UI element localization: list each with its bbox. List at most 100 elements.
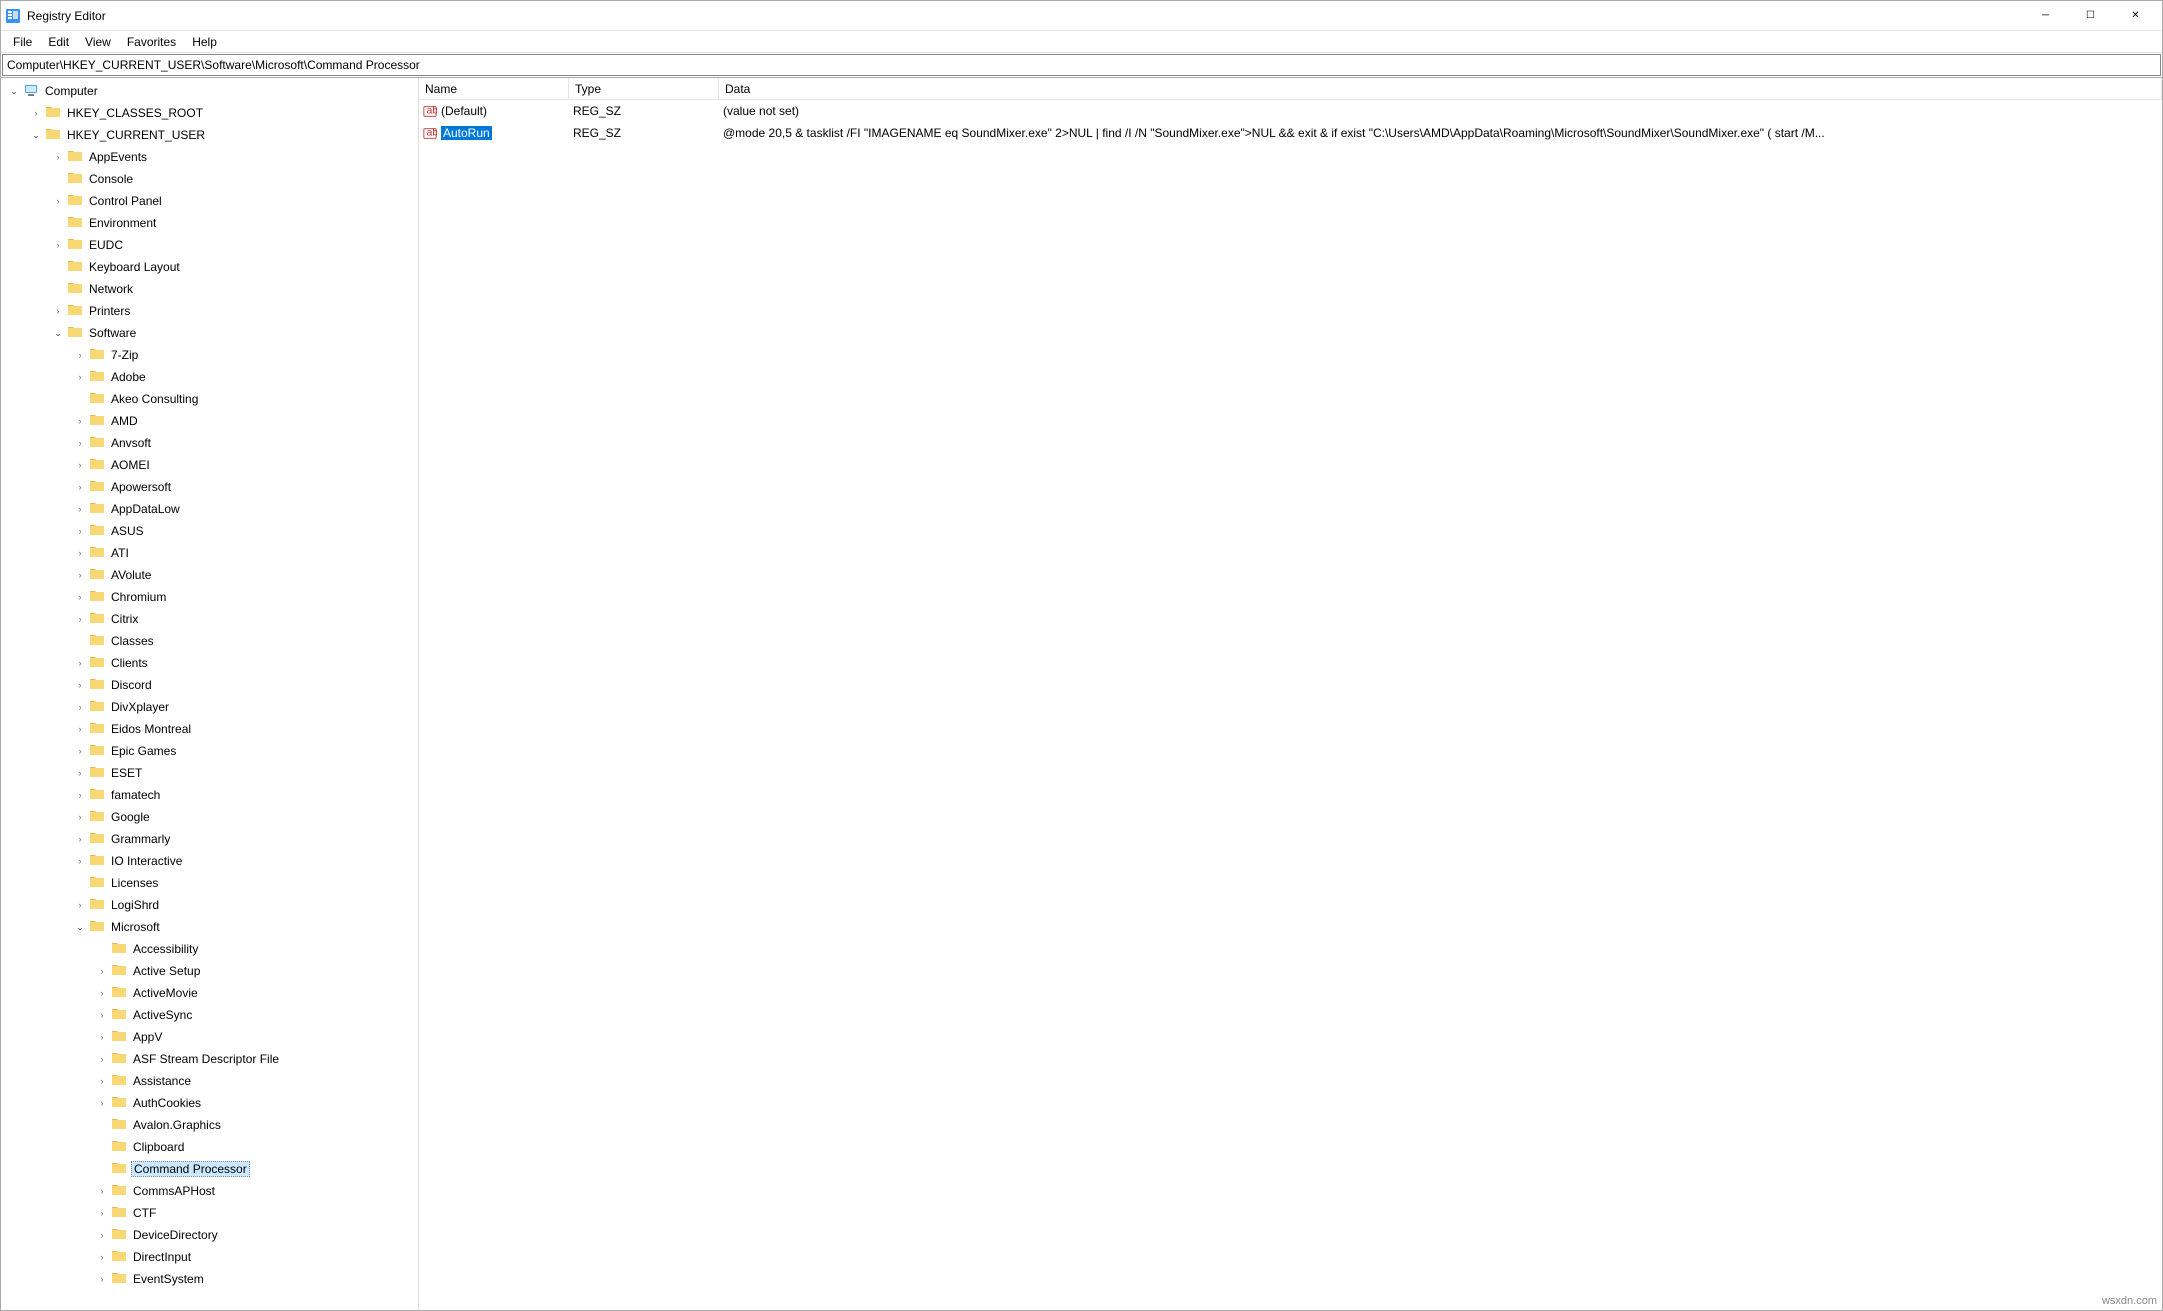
chevron-right-icon[interactable]	[95, 1074, 109, 1088]
tree-item[interactable]: AppEvents	[1, 146, 418, 168]
tree-item[interactable]: Adobe	[1, 366, 418, 388]
tree-item[interactable]: Discord	[1, 674, 418, 696]
chevron-right-icon[interactable]	[95, 1030, 109, 1044]
tree-item[interactable]: EventSystem	[1, 1268, 418, 1290]
tree-item[interactable]: Clipboard	[1, 1136, 418, 1158]
chevron-right-icon[interactable]	[95, 964, 109, 978]
tree-item[interactable]: Clients	[1, 652, 418, 674]
chevron-down-icon[interactable]	[73, 920, 87, 934]
tree-item[interactable]: AuthCookies	[1, 1092, 418, 1114]
chevron-right-icon[interactable]	[73, 436, 87, 450]
tree-item[interactable]: AOMEI	[1, 454, 418, 476]
chevron-right-icon[interactable]	[73, 832, 87, 846]
col-header-data[interactable]: Data	[719, 78, 2162, 99]
tree-item[interactable]: Software	[1, 322, 418, 344]
chevron-right-icon[interactable]	[95, 1052, 109, 1066]
tree-item[interactable]: Anvsoft	[1, 432, 418, 454]
chevron-right-icon[interactable]	[73, 854, 87, 868]
tree-item[interactable]: Active Setup	[1, 960, 418, 982]
chevron-down-icon[interactable]	[51, 326, 65, 340]
value-row[interactable]: abAutoRunREG_SZ@mode 20,5 & tasklist /FI…	[419, 122, 2162, 144]
tree-item[interactable]: Console	[1, 168, 418, 190]
chevron-right-icon[interactable]	[73, 370, 87, 384]
tree-item[interactable]: DirectInput	[1, 1246, 418, 1268]
chevron-right-icon[interactable]	[73, 700, 87, 714]
tree-item[interactable]: Google	[1, 806, 418, 828]
chevron-right-icon[interactable]	[73, 348, 87, 362]
chevron-right-icon[interactable]	[29, 106, 43, 120]
chevron-right-icon[interactable]	[73, 524, 87, 538]
menu-edit[interactable]: Edit	[40, 33, 77, 51]
chevron-right-icon[interactable]	[95, 1228, 109, 1242]
chevron-right-icon[interactable]	[73, 414, 87, 428]
close-button[interactable]: ✕	[2113, 1, 2158, 30]
tree-item[interactable]: HKEY_CLASSES_ROOT	[1, 102, 418, 124]
tree-item[interactable]: AppV	[1, 1026, 418, 1048]
value-row[interactable]: ab(Default)REG_SZ(value not set)	[419, 100, 2162, 122]
tree-item[interactable]: CTF	[1, 1202, 418, 1224]
tree-item[interactable]: ActiveMovie	[1, 982, 418, 1004]
chevron-right-icon[interactable]	[95, 1272, 109, 1286]
address-bar[interactable]: Computer\HKEY_CURRENT_USER\Software\Micr…	[2, 54, 2161, 76]
tree-item[interactable]: AMD	[1, 410, 418, 432]
maximize-button[interactable]: ☐	[2068, 1, 2113, 30]
chevron-right-icon[interactable]	[73, 788, 87, 802]
chevron-right-icon[interactable]	[73, 810, 87, 824]
tree-item[interactable]: DeviceDirectory	[1, 1224, 418, 1246]
tree-item[interactable]: Apowersoft	[1, 476, 418, 498]
tree-item[interactable]: LogiShrd	[1, 894, 418, 916]
chevron-right-icon[interactable]	[73, 766, 87, 780]
tree-item[interactable]: HKEY_CURRENT_USER	[1, 124, 418, 146]
chevron-right-icon[interactable]	[73, 458, 87, 472]
tree-item[interactable]: ATI	[1, 542, 418, 564]
col-header-type[interactable]: Type	[569, 78, 719, 99]
chevron-right-icon[interactable]	[51, 304, 65, 318]
chevron-right-icon[interactable]	[95, 1250, 109, 1264]
tree-item[interactable]: AppDataLow	[1, 498, 418, 520]
chevron-right-icon[interactable]	[95, 1008, 109, 1022]
chevron-right-icon[interactable]	[73, 744, 87, 758]
chevron-right-icon[interactable]	[73, 590, 87, 604]
tree-item[interactable]: Chromium	[1, 586, 418, 608]
chevron-down-icon[interactable]	[7, 84, 21, 98]
tree-item[interactable]: Network	[1, 278, 418, 300]
chevron-right-icon[interactable]	[73, 722, 87, 736]
tree-item[interactable]: DivXplayer	[1, 696, 418, 718]
tree-item[interactable]: Classes	[1, 630, 418, 652]
tree-item[interactable]: Environment	[1, 212, 418, 234]
tree-item[interactable]: famatech	[1, 784, 418, 806]
chevron-right-icon[interactable]	[73, 612, 87, 626]
tree-item[interactable]: Keyboard Layout	[1, 256, 418, 278]
chevron-right-icon[interactable]	[73, 480, 87, 494]
tree-item[interactable]: ActiveSync	[1, 1004, 418, 1026]
tree-item[interactable]: Grammarly	[1, 828, 418, 850]
tree-item[interactable]: IO Interactive	[1, 850, 418, 872]
chevron-right-icon[interactable]	[51, 194, 65, 208]
menu-help[interactable]: Help	[184, 33, 225, 51]
tree-pane[interactable]: ComputerHKEY_CLASSES_ROOTHKEY_CURRENT_US…	[1, 78, 419, 1310]
menu-view[interactable]: View	[77, 33, 119, 51]
tree-item[interactable]: Citrix	[1, 608, 418, 630]
tree-item[interactable]: Accessibility	[1, 938, 418, 960]
tree-item[interactable]: Akeo Consulting	[1, 388, 418, 410]
chevron-right-icon[interactable]	[95, 1184, 109, 1198]
tree-item[interactable]: Assistance	[1, 1070, 418, 1092]
chevron-right-icon[interactable]	[73, 568, 87, 582]
chevron-right-icon[interactable]	[95, 1206, 109, 1220]
chevron-right-icon[interactable]	[95, 1096, 109, 1110]
chevron-right-icon[interactable]	[73, 678, 87, 692]
tree-item[interactable]: ASUS	[1, 520, 418, 542]
tree-item[interactable]: Epic Games	[1, 740, 418, 762]
tree-item[interactable]: CommsAPHost	[1, 1180, 418, 1202]
tree-item[interactable]: Control Panel	[1, 190, 418, 212]
chevron-right-icon[interactable]	[73, 656, 87, 670]
chevron-right-icon[interactable]	[73, 546, 87, 560]
minimize-button[interactable]: ─	[2023, 1, 2068, 30]
tree-item[interactable]: Avalon.Graphics	[1, 1114, 418, 1136]
tree-item[interactable]: Eidos Montreal	[1, 718, 418, 740]
chevron-right-icon[interactable]	[51, 150, 65, 164]
chevron-right-icon[interactable]	[51, 238, 65, 252]
chevron-right-icon[interactable]	[73, 502, 87, 516]
chevron-down-icon[interactable]	[29, 128, 43, 142]
tree-item[interactable]: Command Processor	[1, 1158, 418, 1180]
